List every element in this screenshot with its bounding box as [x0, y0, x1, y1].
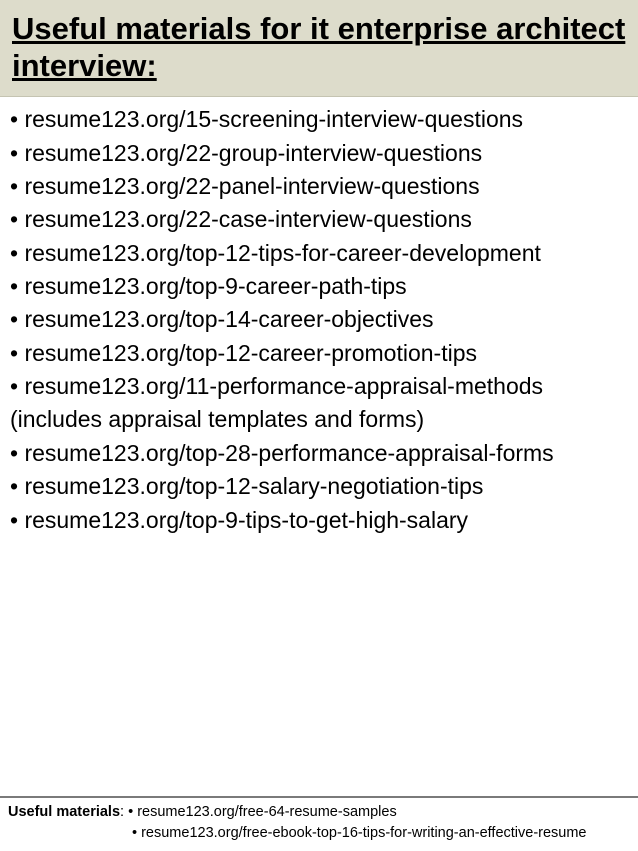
list-item: • resume123.org/22-group-interview-quest… — [10, 137, 628, 170]
footer-text-1: : • resume123.org/free-64-resume-samples — [120, 804, 397, 820]
list-item: • resume123.org/top-28-performance-appra… — [10, 437, 628, 470]
list-item: • resume123.org/top-14-career-objectives — [10, 303, 628, 336]
list-item: • resume123.org/top-12-career-promotion-… — [10, 337, 628, 370]
list-item: • resume123.org/15-screening-interview-q… — [10, 103, 628, 136]
list-item: • resume123.org/top-9-career-path-tips — [10, 270, 628, 303]
footer-label: Useful materials — [8, 804, 120, 820]
list-item: • resume123.org/11-performance-appraisal… — [10, 370, 628, 437]
list-item: • resume123.org/top-12-tips-for-career-d… — [10, 237, 628, 270]
list-item: • resume123.org/22-panel-interview-quest… — [10, 170, 628, 203]
footer: Useful materials: • resume123.org/free-6… — [0, 796, 638, 843]
header-band: Useful materials for it enterprise archi… — [0, 0, 638, 97]
footer-line-1: Useful materials: • resume123.org/free-6… — [8, 802, 630, 822]
content-list: • resume123.org/15-screening-interview-q… — [0, 97, 638, 536]
list-item: • resume123.org/top-12-salary-negotiatio… — [10, 470, 628, 503]
footer-line-2: • resume123.org/free-ebook-top-16-tips-f… — [8, 823, 630, 843]
list-item: • resume123.org/top-9-tips-to-get-high-s… — [10, 504, 628, 537]
page-title: Useful materials for it enterprise archi… — [12, 10, 626, 84]
list-item: • resume123.org/22-case-interview-questi… — [10, 203, 628, 236]
